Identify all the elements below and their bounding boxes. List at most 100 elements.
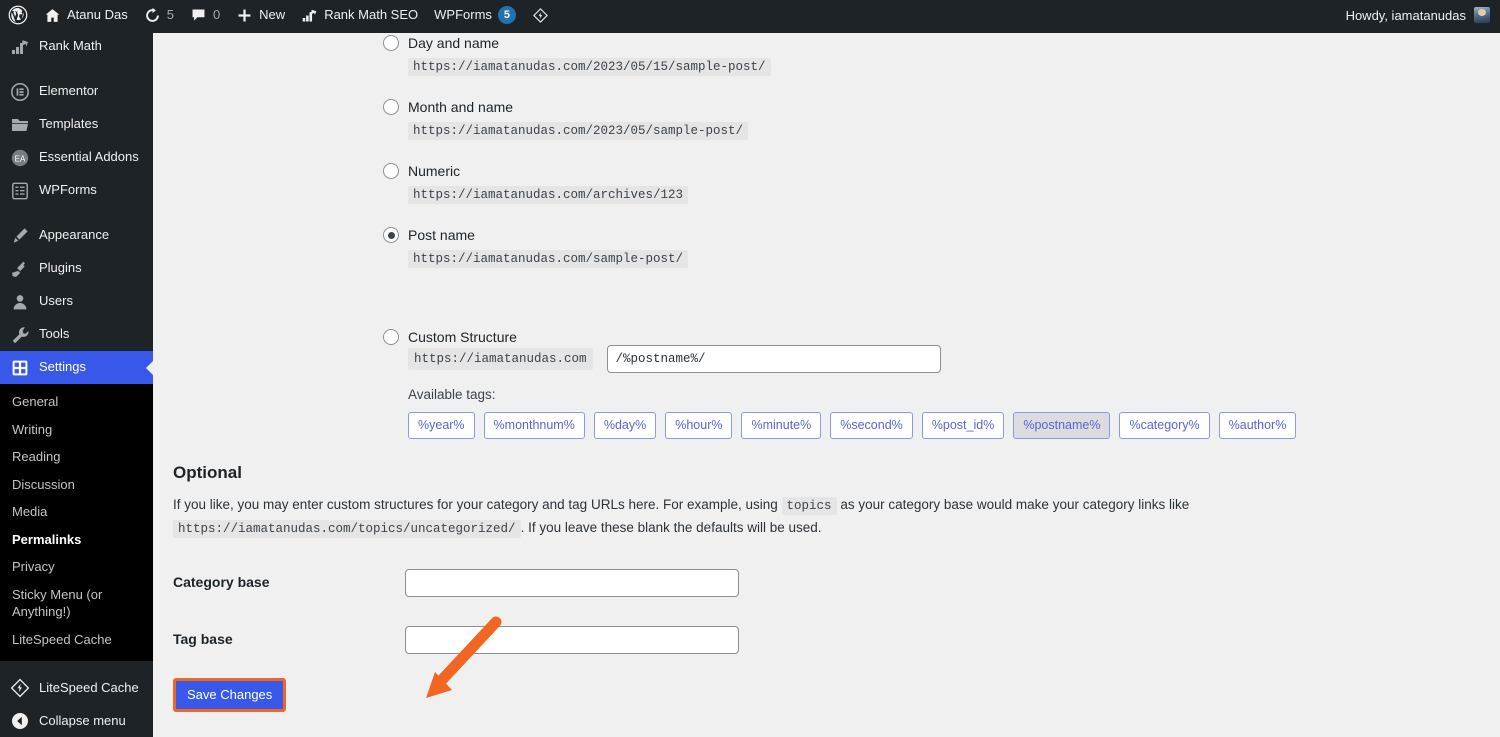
tag-button-hour[interactable]: %hour% <box>665 412 733 439</box>
tag-button-second[interactable]: %second% <box>830 412 913 439</box>
sidebar-item-label: Rank Math <box>39 38 102 54</box>
sidebar-item-templates[interactable]: Templates <box>0 108 153 141</box>
comments-count: 0 <box>212 7 221 22</box>
submenu-item-permalinks[interactable]: Permalinks <box>0 526 150 554</box>
permalink-option-label[interactable]: Day and name <box>408 35 499 51</box>
sidebar-item-litespeed-cache[interactable]: LiteSpeed Cache <box>0 671 153 704</box>
submenu-item-reading[interactable]: Reading <box>0 443 150 471</box>
wordpress-logo-icon <box>8 5 28 25</box>
plus-icon <box>238 9 251 21</box>
tag-button-author[interactable]: %author% <box>1218 412 1297 439</box>
new-content-label: New <box>259 7 286 22</box>
rank-math-seo-menu[interactable]: Rank Math SEO <box>293 0 426 30</box>
sidebar-separator <box>0 207 153 219</box>
tools-icon <box>12 326 29 343</box>
permalink-option-post-name: Post name https://iamatanudas.com/sample… <box>383 227 689 268</box>
essential-addons-icon: EA <box>11 149 29 166</box>
sidebar-item-rank-math[interactable]: Rank Math <box>0 30 153 63</box>
my-account-menu[interactable]: Howdy, iamatanudas <box>1346 7 1500 23</box>
permalink-option-day-and-name: Day and name https://iamatanudas.com/202… <box>383 35 771 76</box>
submenu-item-privacy[interactable]: Privacy <box>0 553 150 581</box>
sidebar-item-label: Settings <box>39 359 86 375</box>
sidebar-item-users[interactable]: Users <box>0 285 153 318</box>
sidebar-item-settings[interactable]: Settings <box>0 351 153 384</box>
tag-button-year[interactable]: %year% <box>408 412 475 439</box>
radio-custom-structure[interactable] <box>383 329 399 345</box>
radio-day-and-name[interactable] <box>383 35 399 51</box>
collapse-icon <box>12 712 28 729</box>
category-base-input[interactable] <box>405 569 739 597</box>
plugins-icon <box>12 261 25 277</box>
tag-button-monthnum[interactable]: %monthnum% <box>483 412 585 439</box>
updates-count: 5 <box>166 7 174 22</box>
rankmath-icon <box>302 9 317 21</box>
content-top-strip <box>153 30 1500 33</box>
permalink-option-label[interactable]: Numeric <box>408 163 460 179</box>
sidebar-item-essential-addons[interactable]: EA Essential Addons <box>0 141 153 174</box>
home-icon <box>45 8 60 22</box>
submenu-item-sticky-menu[interactable]: Sticky Menu (or Anything!) <box>0 581 150 626</box>
sidebar-item-label: Essential Addons <box>39 149 139 165</box>
wpforms-menu[interactable]: WPForms 5 <box>426 0 524 30</box>
wpforms-label: WPForms <box>434 7 492 22</box>
sidebar-item-label: WPForms <box>39 182 97 198</box>
tag-base-input[interactable] <box>405 626 739 654</box>
submit-area: Save Changes <box>173 678 287 713</box>
litespeed-cache-menu[interactable] <box>524 0 557 30</box>
custom-structure-input[interactable] <box>606 345 941 373</box>
sidebar-item-label: Appearance <box>39 227 110 243</box>
elementor-icon <box>11 82 29 101</box>
sidebar-item-wpforms[interactable]: WPForms <box>0 174 153 207</box>
updates-menu[interactable]: 5 <box>136 0 182 30</box>
tag-button-postname[interactable]: %postname% <box>1013 412 1111 439</box>
site-name-menu[interactable]: Atanu Das <box>36 0 136 30</box>
optional-desc-part2: as your category base would make your ca… <box>840 497 1190 512</box>
radio-month-and-name[interactable] <box>383 99 399 115</box>
collapse-menu-button[interactable]: Collapse menu <box>0 704 153 737</box>
new-content-menu[interactable]: New <box>228 0 293 30</box>
sidebar-item-plugins[interactable]: Plugins <box>0 252 153 285</box>
optional-desc-code-topics: topics <box>781 497 837 515</box>
tag-button-post-id[interactable]: %post_id% <box>921 412 1005 439</box>
available-tags-list: %year% %monthnum% %day% %hour% %minute% … <box>408 412 1297 439</box>
admin-sidebar: Rank Math Elementor Templates EA Essenti… <box>0 30 153 737</box>
permalink-example: https://iamatanudas.com/archives/123 <box>408 186 689 204</box>
litespeed-icon <box>10 678 30 698</box>
submenu-item-discussion[interactable]: Discussion <box>0 471 150 499</box>
tag-button-minute[interactable]: %minute% <box>741 412 822 439</box>
wpforms-icon <box>12 182 28 199</box>
radio-post-name[interactable] <box>383 227 399 243</box>
site-url-prefix: https://iamatanudas.com <box>408 348 593 370</box>
permalink-option-label[interactable]: Post name <box>408 227 475 243</box>
site-name-label: Atanu Das <box>67 7 128 22</box>
settings-icon <box>12 360 28 375</box>
tag-base-label: Tag base <box>173 631 233 647</box>
comments-menu[interactable]: 0 <box>182 0 228 30</box>
rankmath-icon <box>12 39 28 54</box>
save-changes-button[interactable]: Save Changes <box>173 678 287 713</box>
wpforms-badge: 5 <box>497 6 516 24</box>
permalink-option-custom-structure: Custom Structure https://iamatanudas.com… <box>383 329 1297 439</box>
optional-heading: Optional <box>173 463 242 482</box>
sidebar-item-label: Elementor <box>39 83 99 99</box>
sidebar-item-tools[interactable]: Tools <box>0 318 153 351</box>
optional-description: If you like, you may enter custom struct… <box>173 494 1473 541</box>
tag-button-day[interactable]: %day% <box>593 412 657 439</box>
submenu-item-general[interactable]: General <box>0 388 150 416</box>
main-content: Day and name https://iamatanudas.com/202… <box>153 30 1500 732</box>
sidebar-separator <box>0 63 153 75</box>
wordpress-logo-menu[interactable] <box>0 0 36 30</box>
permalink-option-numeric: Numeric https://iamatanudas.com/archives… <box>383 163 689 204</box>
sidebar-bottom-menu: LiteSpeed Cache Collapse menu <box>0 661 153 737</box>
submenu-item-writing[interactable]: Writing <box>0 416 150 444</box>
comment-icon <box>192 9 205 21</box>
permalink-option-label[interactable]: Month and name <box>408 99 513 115</box>
radio-numeric[interactable] <box>383 163 399 179</box>
tag-button-category[interactable]: %category% <box>1119 412 1210 439</box>
sidebar-item-elementor[interactable]: Elementor <box>0 75 153 108</box>
sidebar-item-appearance[interactable]: Appearance <box>0 219 153 252</box>
submenu-item-litespeed-cache[interactable]: LiteSpeed Cache <box>0 626 150 654</box>
permalink-option-label[interactable]: Custom Structure <box>408 329 517 345</box>
submenu-item-media[interactable]: Media <box>0 498 150 526</box>
permalink-example: https://iamatanudas.com/2023/05/15/sampl… <box>408 58 771 76</box>
